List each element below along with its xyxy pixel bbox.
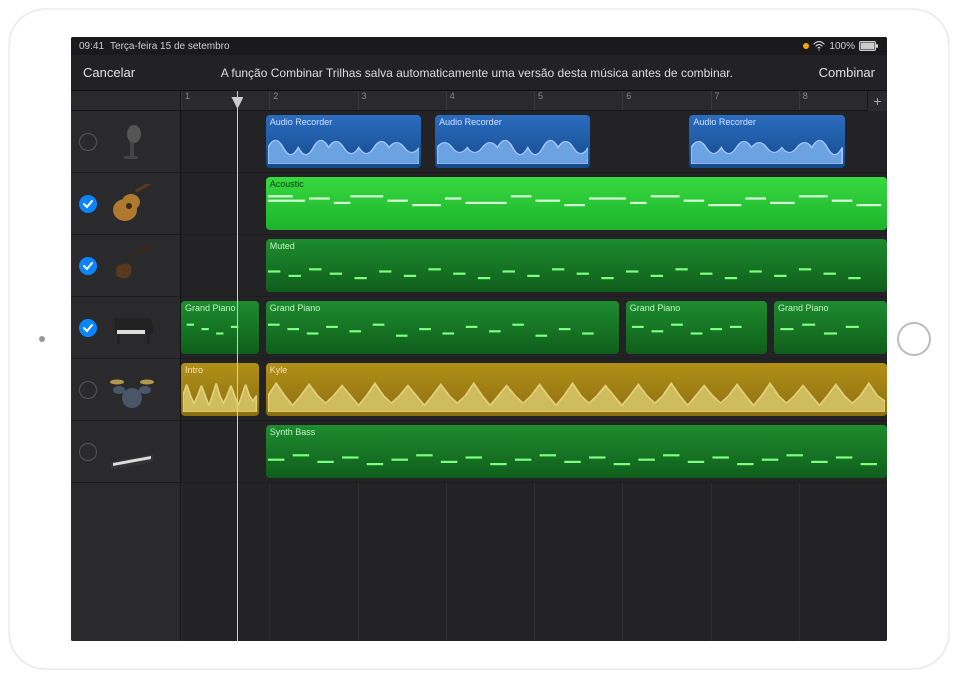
track-header-drums[interactable]	[71, 359, 180, 421]
region-label: Grand Piano	[630, 303, 681, 313]
front-camera	[39, 336, 45, 342]
status-date: Terça-feira 15 de setembro	[110, 41, 230, 52]
merge-toolbar: Cancelar A função Combinar Trilhas salva…	[71, 55, 887, 91]
track-lane-piano[interactable]: Grand Piano Grand Piano Grand Piano Gran…	[181, 297, 887, 359]
tracks-workspace: 1 2 3 4 5 6 7 8 + Audio Recorder	[71, 91, 887, 641]
region-label: Synth Bass	[270, 427, 316, 437]
region-label: Grand Piano	[778, 303, 829, 313]
select-checkbox-bass[interactable]	[79, 257, 97, 275]
bar-marker: 1	[181, 91, 269, 110]
microphone-icon	[107, 122, 157, 162]
select-checkbox-acoustic[interactable]	[79, 195, 97, 213]
track-lane-drums[interactable]: Intro Kyle	[181, 359, 887, 421]
track-header-synth[interactable]	[71, 421, 180, 483]
track-lane-mic[interactable]: Audio Recorder Audio Recorder Audio Reco…	[181, 111, 887, 173]
bass-guitar-icon	[107, 246, 157, 286]
battery-percent: 100%	[829, 41, 855, 52]
track-header-piano[interactable]	[71, 297, 180, 359]
keyboard-synth-icon	[107, 432, 157, 472]
battery-icon	[859, 41, 879, 51]
region-label: Audio Recorder	[693, 117, 756, 127]
merge-info-text: A função Combinar Trilhas salva automati…	[135, 66, 819, 80]
region-label: Grand Piano	[185, 303, 236, 313]
midi-region[interactable]: Grand Piano	[626, 301, 767, 354]
add-track-button[interactable]: +	[867, 91, 887, 111]
wifi-icon	[813, 41, 825, 51]
region-label: Intro	[185, 365, 203, 375]
select-checkbox-synth[interactable]	[79, 443, 97, 461]
drum-kit-icon	[107, 370, 157, 410]
acoustic-guitar-icon	[107, 184, 157, 224]
midi-region[interactable]: Acoustic	[266, 177, 887, 230]
track-headers-column	[71, 91, 181, 641]
bar-marker: 7	[711, 91, 799, 110]
bar-marker: 2	[269, 91, 357, 110]
region-label: Acoustic	[270, 179, 304, 189]
audio-region[interactable]: Audio Recorder	[266, 115, 421, 168]
midi-region[interactable]: Grand Piano	[774, 301, 887, 354]
audio-region[interactable]: Audio Recorder	[435, 115, 590, 168]
track-header-mic[interactable]	[71, 111, 180, 173]
region-label: Audio Recorder	[270, 117, 333, 127]
region-label: Muted	[270, 241, 295, 251]
bar-marker: 4	[446, 91, 534, 110]
select-checkbox-piano[interactable]	[79, 319, 97, 337]
track-header-acoustic-guitar[interactable]	[71, 173, 180, 235]
status-time: 09:41	[79, 41, 104, 52]
track-lane-bass[interactable]: Muted	[181, 235, 887, 297]
region-label: Audio Recorder	[439, 117, 502, 127]
status-bar: 09:41 Terça-feira 15 de setembro 100%	[71, 37, 887, 55]
tracks-canvas[interactable]: 1 2 3 4 5 6 7 8 + Audio Recorder	[181, 91, 887, 641]
audio-region[interactable]: Intro	[181, 363, 259, 416]
audio-region[interactable]: Audio Recorder	[689, 115, 844, 168]
region-label: Kyle	[270, 365, 288, 375]
track-lane-synth[interactable]: Synth Bass	[181, 421, 887, 483]
combine-button[interactable]: Combinar	[819, 65, 875, 80]
audio-region[interactable]: Kyle	[266, 363, 887, 416]
grand-piano-icon	[107, 308, 157, 348]
region-label: Grand Piano	[270, 303, 321, 313]
bar-marker: 5	[534, 91, 622, 110]
bar-marker: 6	[622, 91, 710, 110]
midi-region[interactable]: Muted	[266, 239, 887, 292]
track-lane-acoustic[interactable]: Acoustic	[181, 173, 887, 235]
select-checkbox-drums[interactable]	[79, 381, 97, 399]
bar-marker: 3	[358, 91, 446, 110]
cancel-button[interactable]: Cancelar	[83, 65, 135, 80]
midi-region[interactable]: Synth Bass	[266, 425, 887, 478]
home-button[interactable]	[897, 322, 931, 356]
midi-region[interactable]: Grand Piano	[266, 301, 619, 354]
timeline-ruler[interactable]: 1 2 3 4 5 6 7 8 +	[181, 91, 887, 111]
midi-region[interactable]: Grand Piano	[181, 301, 259, 354]
select-checkbox-mic[interactable]	[79, 133, 97, 151]
track-header-bass-guitar[interactable]	[71, 235, 180, 297]
playhead[interactable]	[237, 91, 238, 641]
app-screen: 09:41 Terça-feira 15 de setembro 100% Ca…	[71, 37, 887, 641]
ipad-device-frame: 09:41 Terça-feira 15 de setembro 100% Ca…	[9, 9, 949, 669]
recording-indicator-icon	[803, 43, 809, 49]
